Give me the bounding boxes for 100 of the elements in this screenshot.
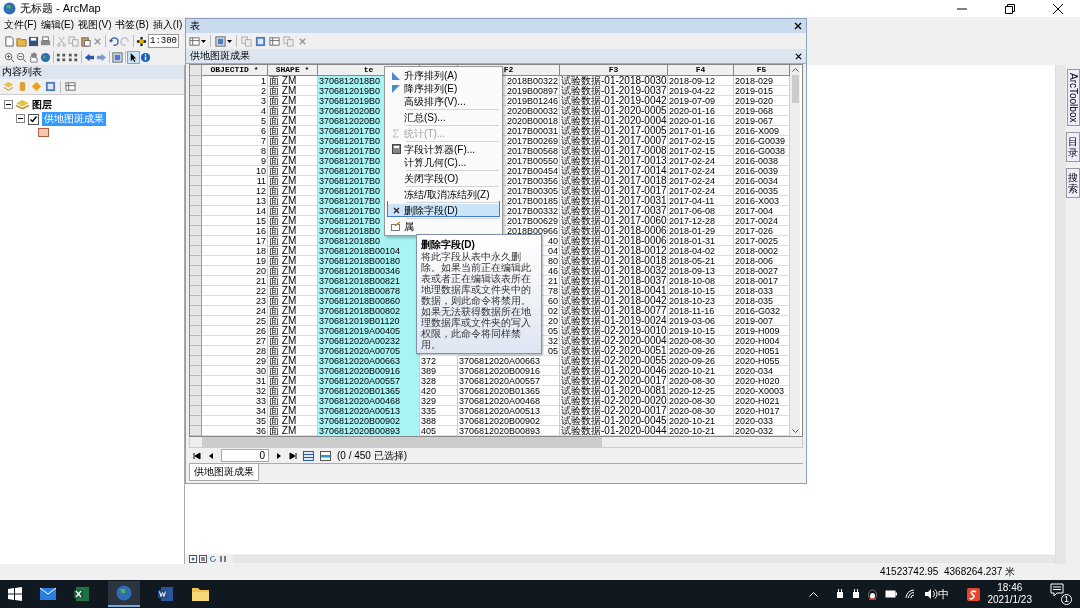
row-selector[interactable]: [190, 266, 202, 276]
row-selector[interactable]: [190, 346, 202, 356]
document-app-icon[interactable]: [158, 586, 174, 602]
horizontal-scrollbar[interactable]: [233, 555, 1055, 563]
menu-item[interactable]: 书签(B): [115, 18, 149, 32]
vertical-scrollbar[interactable]: [790, 65, 800, 436]
data-view-icon[interactable]: [189, 555, 197, 563]
row-selector[interactable]: [190, 176, 202, 186]
add-data-icon[interactable]: [136, 35, 147, 47]
list-by-visibility-icon[interactable]: [31, 81, 42, 92]
table-tab[interactable]: 供地图斑成果: [189, 464, 259, 481]
row-selector[interactable]: [190, 106, 202, 116]
globe-app-icon[interactable]: [116, 585, 132, 601]
row-selector[interactable]: [190, 376, 202, 386]
speaker-icon[interactable]: [924, 589, 938, 599]
row-selector[interactable]: [190, 96, 202, 106]
row-selector[interactable]: [190, 146, 202, 156]
print-icon[interactable]: [40, 35, 51, 47]
collapse-toggle[interactable]: [4, 99, 13, 111]
row-selector[interactable]: [190, 116, 202, 126]
symbol-swatch[interactable]: [38, 127, 49, 137]
row-selector[interactable]: [190, 336, 202, 346]
row-selector[interactable]: [190, 186, 202, 196]
row-selector[interactable]: [190, 256, 202, 266]
undo-icon[interactable]: [108, 35, 119, 47]
collapse-toggle[interactable]: [16, 113, 25, 125]
mail-app-icon[interactable]: [40, 587, 56, 601]
row-selector[interactable]: [190, 416, 202, 426]
folder-app-icon[interactable]: [192, 587, 209, 601]
layer-checkbox[interactable]: [28, 113, 39, 125]
row-selector[interactable]: [190, 286, 202, 296]
row-selector[interactable]: [190, 366, 202, 376]
refresh-icon[interactable]: [209, 555, 217, 563]
network-icon[interactable]: [904, 589, 917, 599]
battery-icon[interactable]: [884, 590, 897, 598]
next-record-icon[interactable]: [275, 451, 283, 460]
row-selector[interactable]: [190, 76, 202, 86]
penguin-icon[interactable]: [867, 588, 877, 600]
scroll-up-icon[interactable]: [791, 67, 799, 72]
save-icon[interactable]: [28, 35, 39, 47]
column-header[interactable]: F3: [560, 65, 668, 76]
row-selector[interactable]: [190, 226, 202, 236]
full-extent-icon[interactable]: [40, 51, 51, 63]
clear-selection-icon[interactable]: [269, 35, 280, 47]
show-selected-records-icon[interactable]: [320, 450, 331, 461]
tree-item[interactable]: 图层: [32, 98, 52, 112]
column-header[interactable]: F5: [734, 65, 790, 76]
row-selector[interactable]: [190, 386, 202, 396]
show-all-records-icon[interactable]: [303, 450, 314, 461]
row-selector[interactable]: [190, 276, 202, 286]
scrollbar-thumb[interactable]: [791, 75, 799, 103]
row-selector[interactable]: [190, 216, 202, 226]
fixed-zoom-out-icon[interactable]: [68, 51, 79, 63]
row-selector[interactable]: [190, 326, 202, 336]
delete-icon[interactable]: [297, 35, 308, 47]
horizontal-scrollbar[interactable]: [189, 437, 803, 448]
close-icon[interactable]: [795, 52, 802, 60]
list-by-drawing-order-icon[interactable]: [3, 81, 14, 92]
row-selector[interactable]: [190, 126, 202, 136]
list-by-source-icon[interactable]: [17, 81, 28, 92]
close-icon[interactable]: [1053, 3, 1063, 14]
select-all-cell[interactable]: [190, 65, 202, 76]
row-selector[interactable]: [190, 426, 202, 436]
menu-item[interactable]: 视图(V): [78, 18, 112, 32]
row-selector[interactable]: [190, 406, 202, 416]
select-features-icon[interactable]: [112, 51, 123, 63]
paste-icon[interactable]: [80, 35, 91, 47]
row-selector[interactable]: [190, 156, 202, 166]
menu-item[interactable]: 删除字段(D): [387, 201, 500, 217]
row-selector[interactable]: [190, 296, 202, 306]
dock-tab[interactable]: 搜索: [1066, 168, 1080, 199]
caret-icon[interactable]: [227, 39, 232, 43]
pause-icon[interactable]: [219, 555, 227, 563]
copy-records-icon[interactable]: [283, 35, 294, 47]
delete-icon[interactable]: [92, 35, 103, 47]
menu-item[interactable]: 编辑(E): [40, 18, 75, 32]
menu-item[interactable]: 文件(F): [4, 18, 37, 32]
options-icon[interactable]: [65, 81, 76, 92]
zoom-out-icon[interactable]: [16, 51, 27, 63]
row-selector[interactable]: [190, 316, 202, 326]
row-selector[interactable]: [190, 136, 202, 146]
chevron-up-icon[interactable]: [808, 591, 818, 597]
layout-view-icon[interactable]: [199, 555, 207, 563]
input-method-icon[interactable]: [966, 587, 980, 601]
close-icon[interactable]: [794, 22, 802, 30]
vertical-scrollbar[interactable]: [1055, 65, 1066, 564]
row-selector[interactable]: [190, 236, 202, 246]
clock-date[interactable]: 2021/1/23: [987, 594, 1032, 606]
plug-icon[interactable]: [851, 588, 860, 600]
pan-icon[interactable]: [28, 51, 39, 63]
windows-logo-icon[interactable]: [8, 587, 22, 601]
scale-field[interactable]: 1:300: [148, 34, 179, 48]
select-by-attributes-icon[interactable]: [215, 35, 226, 47]
row-selector[interactable]: [190, 196, 202, 206]
row-selector[interactable]: [190, 356, 202, 366]
fixed-zoom-in-icon[interactable]: [56, 51, 67, 63]
select-all-icon[interactable]: [255, 35, 266, 47]
row-selector[interactable]: [190, 396, 202, 406]
clock-time[interactable]: 18:46: [997, 582, 1023, 594]
menu-item[interactable]: 插入(I): [152, 18, 183, 32]
